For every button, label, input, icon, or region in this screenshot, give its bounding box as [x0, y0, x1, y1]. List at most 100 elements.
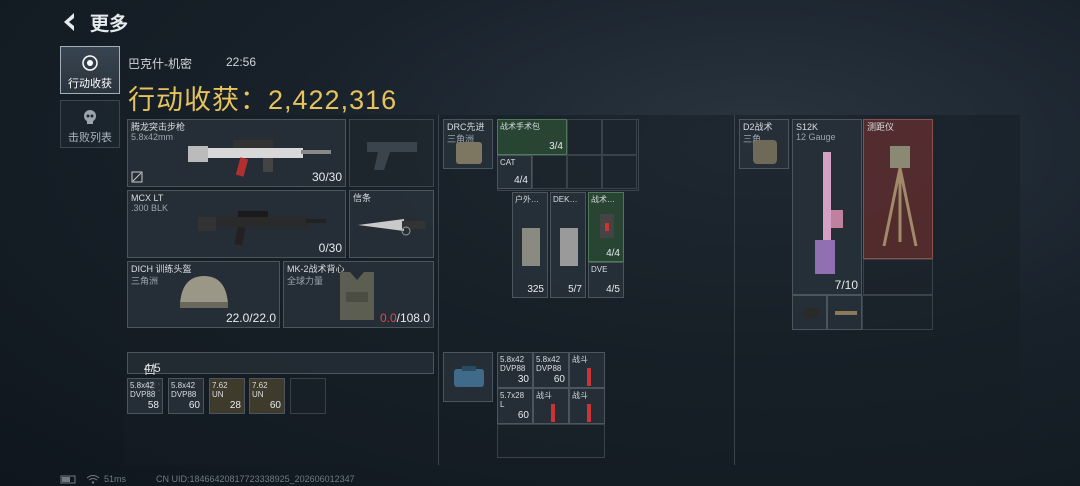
- pocket-empty-slot[interactable]: [290, 378, 326, 414]
- vest-icon: [340, 272, 374, 320]
- item-name: 5.8x42: [130, 381, 155, 390]
- item-type: DVP88: [171, 390, 197, 399]
- syringe-icon: [551, 404, 555, 422]
- rig-icon: [456, 142, 482, 164]
- syringe-icon: [587, 368, 591, 386]
- item-name: 7.62: [252, 381, 268, 390]
- page-title: 更多: [90, 14, 129, 35]
- attachment-icon: [835, 311, 857, 315]
- item-name: 战斗: [536, 391, 552, 400]
- tab-label: 行动收获: [68, 78, 112, 90]
- item-type: DVP88: [130, 390, 156, 399]
- item-name: D2战术: [743, 122, 773, 132]
- backpack-empty-slot[interactable]: [863, 259, 933, 295]
- item-count: 5/7: [568, 284, 582, 295]
- item-caliber: 5.8x42mm: [131, 132, 174, 142]
- durability: 0.0/108.0: [380, 311, 430, 325]
- armor-slot[interactable]: MK-2战术背心 全球力量 0.0/108.0: [283, 261, 434, 328]
- user-id: CN UID:18466420817723338925_202606012347: [156, 474, 355, 484]
- panel-divider: [438, 115, 439, 465]
- chest-rig-empty-slot[interactable]: [602, 119, 637, 155]
- case-item[interactable]: 5.8x42 DVP88 60: [533, 352, 569, 388]
- backpack-slot[interactable]: D2战术 三角: [739, 119, 789, 169]
- backpack-item[interactable]: DEK… 5/7: [550, 192, 586, 298]
- tab-operation-harvest[interactable]: 行动收获: [60, 46, 120, 94]
- item-name: 腾龙突击步枪: [131, 122, 186, 132]
- tab-label: 击败列表: [68, 132, 112, 144]
- syringe-icon: [587, 404, 591, 422]
- case-item[interactable]: 战斗: [533, 388, 569, 424]
- item-faction: 三角洲: [131, 276, 159, 286]
- backpack-item[interactable]: DVE 4/5: [588, 262, 624, 298]
- item-count: 4/5: [606, 284, 620, 295]
- case-icon: [522, 228, 540, 266]
- case-item[interactable]: 战斗: [569, 352, 605, 388]
- case-item[interactable]: 5.8x42 DVP88 30: [497, 352, 533, 388]
- rangefinder-slot[interactable]: 测距仪: [863, 119, 933, 259]
- pocket-count: 4/5: [144, 361, 161, 375]
- item-count: 325: [527, 284, 544, 295]
- item-type: DVP88: [500, 364, 526, 373]
- item-name: CAT: [500, 158, 516, 167]
- melee-slot[interactable]: 信条: [349, 190, 434, 258]
- item-name: DRC先进: [447, 122, 485, 132]
- helmet-slot[interactable]: DICH 训练头盔 三角洲 22.0/22.0: [127, 261, 280, 328]
- carbine-icon: [198, 211, 326, 246]
- chest-rig-slot[interactable]: DRC先进 三角洲: [443, 119, 493, 169]
- pocket-item[interactable]: 5.8x42 DVP88 60: [168, 378, 204, 414]
- item-type: UN: [252, 390, 264, 399]
- backpack-icon: [753, 140, 777, 164]
- backpack-item[interactable]: 战术… 4/4: [588, 192, 624, 262]
- helmet-icon: [180, 276, 228, 308]
- target-icon: [82, 55, 98, 71]
- backpack-item[interactable]: 户外… 325: [512, 192, 548, 298]
- item-name: 信条: [353, 193, 372, 203]
- item-type: L: [500, 400, 505, 409]
- case-item[interactable]: 5.7x28 L 60: [497, 388, 533, 424]
- map-name: 巴克什-机密: [128, 57, 192, 71]
- item-caliber: 12 Gauge: [796, 132, 836, 142]
- ping: 51ms: [104, 474, 127, 484]
- secondary-weapon-slot[interactable]: MCX LT .300 BLK 0/30: [127, 190, 346, 258]
- chest-rig-empty-slot[interactable]: [567, 119, 602, 155]
- chest-rig-empty-slot[interactable]: [567, 155, 602, 189]
- secure-case-slot[interactable]: [443, 352, 493, 402]
- back-button[interactable]: [58, 10, 82, 34]
- chest-rig-empty-slot[interactable]: [602, 155, 637, 189]
- backpack-empty-slot[interactable]: [862, 295, 933, 330]
- tab-kill-list[interactable]: 击败列表: [60, 100, 120, 148]
- pocket-item[interactable]: 7.62 UN 28: [209, 378, 245, 414]
- pocket-item[interactable]: 5.8x42 DVP88 58: [127, 378, 163, 414]
- item-count: 30: [517, 374, 529, 385]
- item-name: DEK…: [553, 195, 578, 204]
- ammo-count: 7/10: [834, 278, 858, 292]
- item-name: 战术手术包: [500, 122, 540, 131]
- item-count: 3/4: [549, 141, 563, 152]
- match-time: 22:56: [226, 55, 257, 69]
- pistol-slot[interactable]: [349, 119, 434, 187]
- item-name: 5.8x42: [500, 355, 525, 364]
- scope-icon: [803, 308, 819, 318]
- harvest-label: 行动收获：: [128, 85, 268, 115]
- pocket-item[interactable]: 7.62 UN 60: [249, 378, 285, 414]
- item-name: DVE: [591, 265, 608, 274]
- item-count: 60: [517, 410, 529, 421]
- pocket-header: 口袋：4/5: [127, 352, 434, 394]
- item-name: 战斗: [572, 355, 588, 364]
- harvest-total: 行动收获：2,422,316: [128, 78, 397, 117]
- item-name: 7.62: [212, 381, 228, 390]
- chest-rig-item[interactable]: 战术手术包 3/4: [497, 119, 567, 155]
- ammo-count: 0/30: [318, 241, 342, 255]
- case-item[interactable]: 战斗: [569, 388, 605, 424]
- durability: 22.0/22.0: [225, 311, 276, 325]
- backpack-item[interactable]: [827, 295, 862, 330]
- chest-rig-item[interactable]: CAT 4/4: [497, 155, 532, 189]
- insured-icon: [131, 171, 143, 183]
- pistol-silhouette-icon: [367, 142, 417, 170]
- medkit-icon: [600, 214, 614, 238]
- primary-weapon-slot[interactable]: 腾龙突击步枪 5.8x42mm 30/30: [127, 119, 346, 187]
- chest-rig-empty-slot[interactable]: [532, 155, 567, 189]
- backpack-weapon-slot[interactable]: S12K 12 Gauge 7/10: [792, 119, 862, 295]
- backpack-item[interactable]: [792, 295, 827, 330]
- rifle-icon: [188, 140, 331, 177]
